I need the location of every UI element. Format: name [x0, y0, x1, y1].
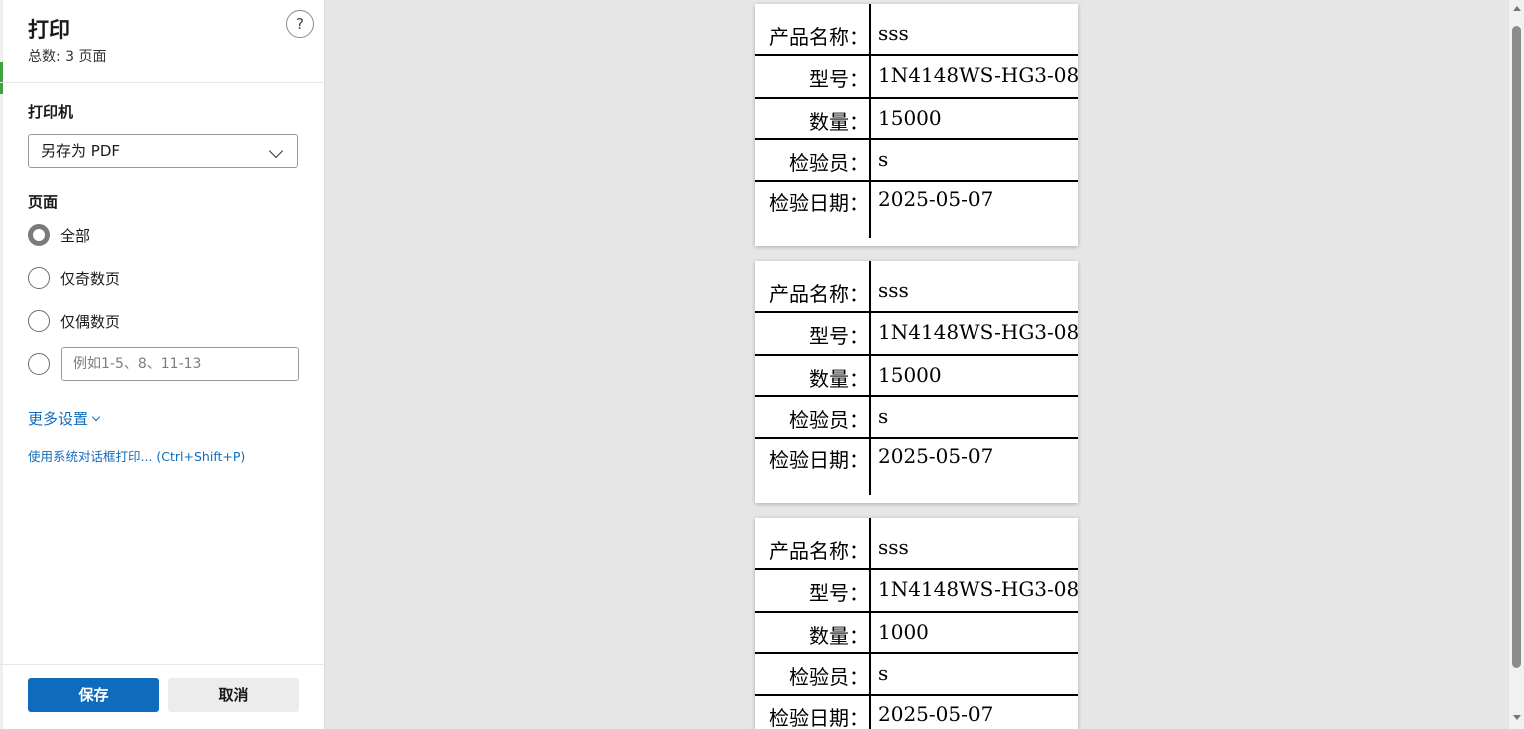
field-value-model: 1N4148WS-HG3-08 — [878, 320, 1078, 344]
table-row-line — [755, 180, 1078, 182]
table-divider — [869, 261, 871, 495]
table-row-line — [755, 311, 1078, 313]
panel-edge-accent — [0, 62, 3, 94]
preview-page-2: 产品名称： sss 型号： 1N4148WS-HG3-08 数量： 15000 … — [755, 261, 1078, 503]
field-value-quantity: 1000 — [878, 620, 929, 644]
preview-page-3: 产品名称： sss 型号： 1N4148WS-HG3-08 数量： 1000 检… — [755, 518, 1078, 729]
field-value-inspector: s — [878, 661, 889, 685]
field-label-inspector: 检验员： — [789, 151, 869, 175]
header-divider — [0, 82, 324, 83]
table-divider — [869, 4, 871, 238]
field-label-model: 型号： — [809, 67, 869, 91]
field-label-date: 检验日期： — [769, 706, 869, 729]
table-row-line — [755, 652, 1078, 654]
radio-custom[interactable] — [28, 353, 50, 375]
pages-label: 页面 — [28, 193, 59, 211]
field-value-product-name: sss — [878, 21, 909, 45]
printer-select[interactable]: 另存为 PDF — [28, 134, 298, 168]
total-pages: 总数: 3 页面 — [28, 49, 107, 65]
field-value-model: 1N4148WS-HG3-08 — [878, 63, 1078, 87]
field-value-date: 2025-05-07 — [878, 187, 994, 211]
help-icon[interactable]: ? — [286, 10, 314, 38]
system-dialog-link[interactable]: 使用系统对话框打印... (Ctrl+Shift+P) — [28, 446, 245, 465]
cancel-button[interactable]: 取消 — [168, 678, 299, 712]
field-label-inspector: 检验员： — [789, 665, 869, 689]
field-label-quantity: 数量： — [809, 110, 869, 134]
table-row-line — [755, 395, 1078, 397]
field-label-quantity: 数量： — [809, 624, 869, 648]
scroll-down-arrow-icon[interactable] — [1513, 715, 1521, 720]
pages-option-even-label: 仅偶数页 — [60, 313, 121, 331]
table-divider — [869, 518, 871, 729]
footer-divider — [0, 664, 324, 665]
more-settings-label: 更多设置 — [28, 410, 89, 428]
radio-even[interactable] — [28, 310, 50, 332]
field-label-date: 检验日期： — [769, 448, 869, 472]
field-value-inspector: s — [878, 404, 889, 428]
preview-page-1: 产品名称： sss 型号： 1N4148WS-HG3-08 数量： 15000 … — [755, 4, 1078, 246]
chevron-down-icon — [91, 412, 101, 422]
print-dialog-panel: 打印 总数: 3 页面 ? 打印机 另存为 PDF 页面 全部 仅奇数页 仅偶数… — [0, 0, 325, 729]
scroll-up-arrow-icon[interactable] — [1513, 6, 1521, 11]
save-button[interactable]: 保存 — [28, 678, 159, 712]
table-row-line — [755, 437, 1078, 439]
field-value-model: 1N4148WS-HG3-08 — [878, 577, 1078, 601]
field-label-inspector: 检验员： — [789, 408, 869, 432]
field-value-date: 2025-05-07 — [878, 702, 994, 726]
table-row-line — [755, 97, 1078, 99]
panel-edge-strip — [0, 0, 3, 729]
table-row-line — [755, 694, 1078, 696]
field-label-product-name: 产品名称： — [769, 539, 869, 563]
field-label-date: 检验日期： — [769, 191, 869, 215]
dialog-title: 打印 — [28, 18, 70, 42]
field-label-product-name: 产品名称： — [769, 282, 869, 306]
radio-odd[interactable] — [28, 267, 50, 289]
table-row-line — [755, 568, 1078, 570]
field-value-product-name: sss — [878, 535, 909, 559]
printer-label: 打印机 — [28, 103, 74, 121]
scrollbar-thumb[interactable] — [1512, 26, 1521, 668]
field-value-date: 2025-05-07 — [878, 444, 994, 468]
table-row-line — [755, 54, 1078, 56]
field-value-inspector: s — [878, 147, 889, 171]
radio-all[interactable] — [28, 224, 50, 246]
printer-select-value: 另存为 PDF — [41, 142, 120, 160]
more-settings-link[interactable]: 更多设置 — [28, 408, 101, 429]
table-row-line — [755, 611, 1078, 613]
field-label-quantity: 数量： — [809, 367, 869, 391]
pages-option-all-label: 全部 — [60, 227, 91, 245]
field-label-product-name: 产品名称： — [769, 25, 869, 49]
table-row-line — [755, 354, 1078, 356]
pages-option-odd-label: 仅奇数页 — [60, 270, 121, 288]
preview-scrollbar[interactable] — [1509, 0, 1524, 729]
field-label-model: 型号： — [809, 581, 869, 605]
field-label-model: 型号： — [809, 324, 869, 348]
field-value-quantity: 15000 — [878, 106, 942, 130]
chevron-down-icon — [268, 143, 284, 159]
field-value-quantity: 15000 — [878, 363, 942, 387]
field-value-product-name: sss — [878, 278, 909, 302]
page-range-input[interactable] — [61, 347, 299, 381]
table-row-line — [755, 138, 1078, 140]
